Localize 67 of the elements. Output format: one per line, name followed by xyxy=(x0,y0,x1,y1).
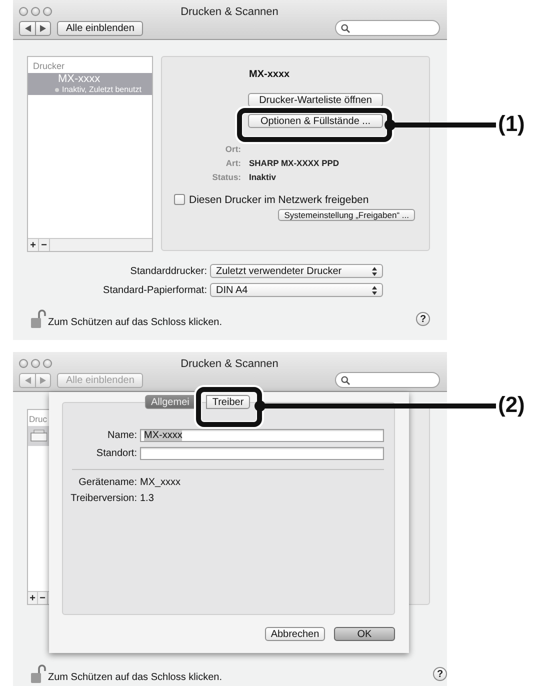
add-button[interactable]: + xyxy=(28,239,39,251)
info-label: Status: xyxy=(211,171,241,184)
info-value: MX_xxxx xyxy=(140,476,182,490)
callout-label: (2) xyxy=(498,392,525,418)
right-triangle-icon xyxy=(40,376,46,384)
close-button[interactable] xyxy=(19,7,28,16)
help-button[interactable]: ? xyxy=(416,312,430,326)
search-field[interactable] xyxy=(335,20,440,36)
popup-button[interactable]: DIN A4 xyxy=(210,283,383,297)
minimize-button[interactable] xyxy=(31,359,40,368)
add-button[interactable]: + xyxy=(28,592,38,604)
sharing-button[interactable]: Systemeinstellung „Freigaben“ ... xyxy=(278,209,415,221)
printer-icon xyxy=(30,429,47,443)
lock-hint: Zum Schützen auf das Schloss klicken. xyxy=(48,672,222,682)
checkbox-label: Diesen Drucker im Netzwerk freigeben xyxy=(189,194,369,206)
printer-name: MX-xxxx xyxy=(57,73,102,85)
printer-status: Inaktiv, Zuletzt benutzt xyxy=(62,85,142,94)
zoom-button[interactable] xyxy=(43,359,52,368)
field-label: Name: xyxy=(106,430,137,441)
callout-label: (1) xyxy=(498,111,525,137)
info-value: 1.3 xyxy=(140,492,155,506)
window-title: Drucken & Scannen xyxy=(180,358,280,370)
close-button[interactable] xyxy=(19,359,28,368)
cancel-button[interactable]: Abbrechen xyxy=(265,627,325,641)
padlock-icon[interactable] xyxy=(30,664,46,684)
list-header: Druc xyxy=(28,413,48,426)
minimize-button[interactable] xyxy=(31,7,40,16)
back-button[interactable] xyxy=(19,20,35,36)
remove-button[interactable]: − xyxy=(38,592,48,604)
status-dot xyxy=(55,88,59,92)
queue-button[interactable]: Drucker-Warteliste öffnen xyxy=(248,93,383,107)
location-field[interactable] xyxy=(140,447,384,460)
search-icon xyxy=(341,24,350,32)
info-label: Art: xyxy=(224,157,241,170)
search-field[interactable] xyxy=(335,372,440,388)
search-icon xyxy=(341,376,350,384)
zoom-button[interactable] xyxy=(43,7,52,16)
show-all-button[interactable]: Alle einblenden xyxy=(57,20,144,36)
left-triangle-icon xyxy=(24,24,30,32)
stepper-icon xyxy=(372,286,377,294)
setting-label: Standard-Papierformat: xyxy=(102,284,207,296)
info-label: Ort: xyxy=(224,143,241,156)
popup-button[interactable]: Zuletzt verwendeter Drucker xyxy=(210,264,383,278)
window-title: Drucken & Scannen xyxy=(180,6,280,18)
setting-label: Standarddrucker: xyxy=(129,266,207,276)
info-label: Treiberversion: xyxy=(70,492,137,506)
left-triangle-icon xyxy=(24,376,30,384)
info-label: Gerätename: xyxy=(78,476,137,490)
ok-button[interactable]: OK xyxy=(334,627,395,641)
field-label: Standort: xyxy=(95,448,137,459)
stepper-icon xyxy=(372,266,377,276)
callout-frame xyxy=(196,387,262,427)
help-button[interactable]: ? xyxy=(433,667,447,681)
lock-hint: Zum Schützen auf das Schloss klicken. xyxy=(48,316,222,328)
right-triangle-icon xyxy=(40,24,46,32)
padlock-icon[interactable] xyxy=(30,309,46,329)
options-button[interactable]: Optionen & Füllstände ... xyxy=(248,114,383,128)
info-value: SHARP MX-XXXX PPD xyxy=(249,157,340,170)
tab[interactable]: Treiber xyxy=(206,395,250,409)
info-value: Inaktiv xyxy=(249,171,277,184)
forward-button[interactable] xyxy=(35,20,51,36)
name-field[interactable]: MX-xxxx xyxy=(140,429,384,442)
printer-title: MX-xxxx xyxy=(249,69,291,81)
remove-button[interactable]: − xyxy=(39,239,50,251)
tab[interactable]: Allgemei xyxy=(145,395,196,409)
list-header: Drucker xyxy=(32,60,66,73)
share-checkbox[interactable] xyxy=(174,194,185,205)
